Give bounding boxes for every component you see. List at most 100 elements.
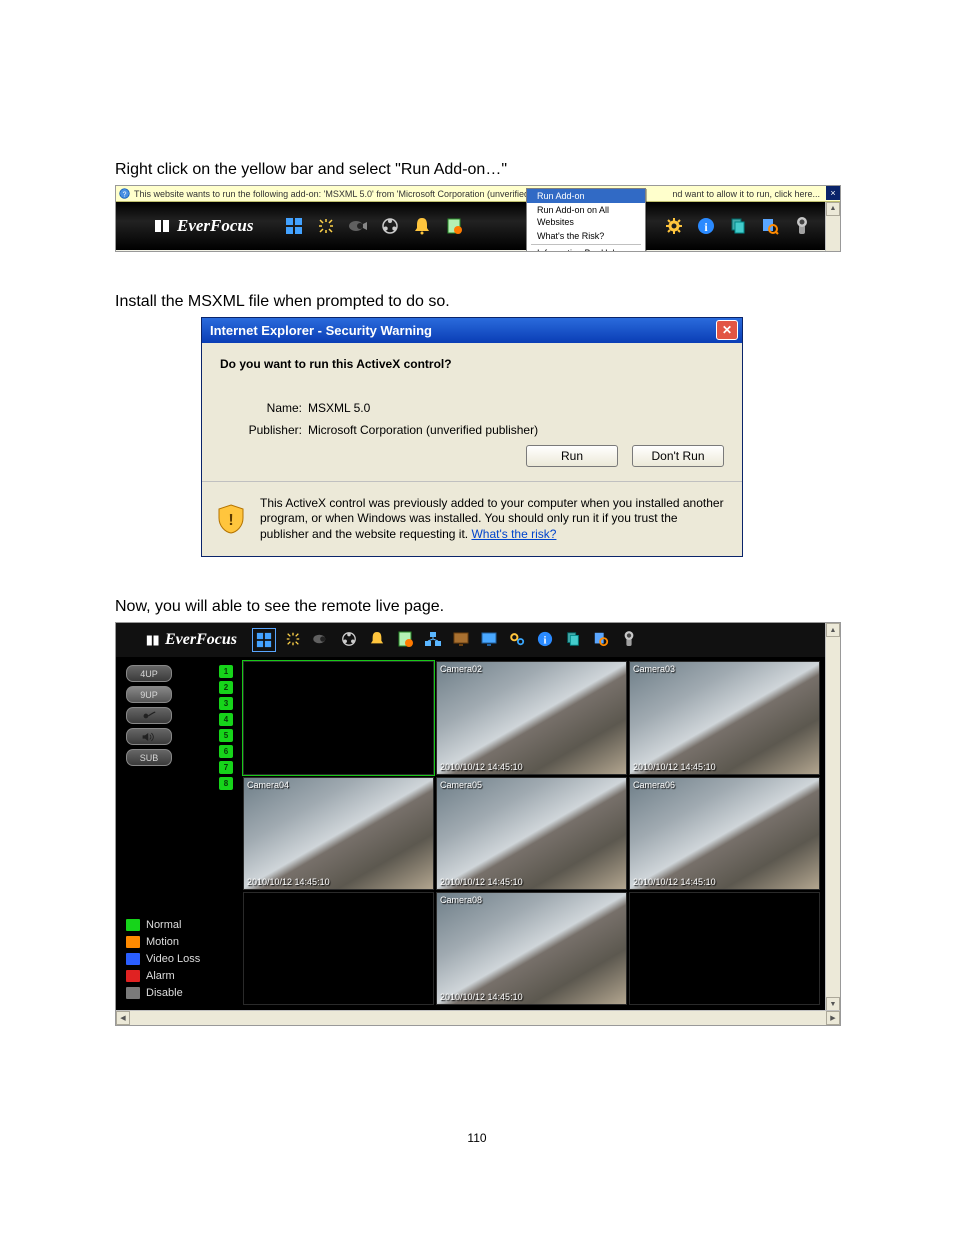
menu-item-whats-risk[interactable]: What's the Risk? bbox=[527, 229, 645, 243]
page-number: 110 bbox=[0, 1131, 954, 1145]
layout-9up-button[interactable]: 9UP bbox=[126, 686, 172, 703]
channel-2-button[interactable]: 2 bbox=[219, 681, 233, 694]
channel-4-button[interactable]: 4 bbox=[219, 713, 233, 726]
layout-4up-button[interactable]: 4UP bbox=[126, 665, 172, 682]
bell-icon[interactable] bbox=[412, 216, 432, 236]
ie-info-bar[interactable]: ? This website wants to run the followin… bbox=[116, 186, 840, 202]
dialog-title: Internet Explorer - Security Warning bbox=[210, 323, 432, 338]
sheet-icon[interactable] bbox=[395, 629, 415, 649]
sparkle-icon[interactable] bbox=[283, 629, 303, 649]
camera-grid: Camera022010/10/12 14:45:10 Camera032010… bbox=[241, 657, 826, 1011]
dialog-title-bar: Internet Explorer - Security Warning ✕ bbox=[202, 318, 742, 343]
channel-6-button[interactable]: 6 bbox=[219, 745, 233, 758]
sparkle-icon[interactable] bbox=[316, 216, 336, 236]
scroll-down-icon[interactable]: ▼ bbox=[826, 997, 840, 1011]
film-icon[interactable] bbox=[339, 629, 359, 649]
legend-videoloss: Video Loss bbox=[126, 953, 233, 965]
info-bar-text-left: This website wants to run the following … bbox=[134, 189, 590, 199]
shield-icon: ! bbox=[216, 496, 246, 543]
svg-text:?: ? bbox=[123, 191, 127, 198]
info-icon[interactable]: i bbox=[696, 216, 716, 236]
gear-icon[interactable] bbox=[664, 216, 684, 236]
legend-normal: Normal bbox=[126, 919, 233, 931]
sidebar: 4UP 9UP SUB 1 2 3 4 5 6 bbox=[116, 657, 241, 1011]
camera-cell-4[interactable]: Camera042010/10/12 14:45:10 bbox=[243, 777, 434, 890]
monitor2-icon[interactable] bbox=[451, 629, 471, 649]
camera-cell-1[interactable] bbox=[243, 661, 434, 774]
scroll-right-icon[interactable]: ▶ bbox=[826, 1011, 840, 1025]
camera-cell-3[interactable]: Camera032010/10/12 14:45:10 bbox=[629, 661, 820, 774]
camera-cell-9[interactable] bbox=[629, 892, 820, 1005]
channel-8-button[interactable]: 8 bbox=[219, 777, 233, 790]
speaker-icon bbox=[141, 732, 157, 742]
scroll-left-icon[interactable]: ◀ bbox=[116, 1011, 130, 1025]
sub-button[interactable]: SUB bbox=[126, 749, 172, 766]
label-publisher: Publisher: bbox=[242, 423, 302, 437]
dialog-footer: This ActiveX control was previously adde… bbox=[260, 496, 724, 543]
scrollbar-horizontal[interactable]: ◀ ▶ bbox=[116, 1010, 840, 1025]
camera-icon[interactable] bbox=[348, 216, 368, 236]
brand-logo-icon bbox=[154, 217, 172, 235]
search-icon[interactable] bbox=[591, 629, 611, 649]
camera-cell-6[interactable]: Camera062010/10/12 14:45:10 bbox=[629, 777, 820, 890]
swatch-alarm bbox=[126, 970, 140, 982]
menu-item-run-addon[interactable]: Run Add-on bbox=[527, 189, 645, 203]
status-legend: Normal Motion Video Loss Alarm Disable bbox=[126, 919, 233, 1003]
dialog-question: Do you want to run this ActiveX control? bbox=[220, 357, 724, 371]
body-text-3: Now, you will able to see the remote liv… bbox=[115, 597, 839, 618]
gears-icon[interactable] bbox=[507, 629, 527, 649]
menu-item-run-addon-all[interactable]: Run Add-on on All Websites bbox=[527, 203, 645, 229]
toolbar-icons-right: i bbox=[654, 216, 840, 236]
monitor-icon[interactable] bbox=[479, 629, 499, 649]
ptz-icon[interactable] bbox=[792, 216, 812, 236]
copy-icon[interactable] bbox=[728, 216, 748, 236]
whats-the-risk-link[interactable]: What's the risk? bbox=[471, 527, 556, 541]
camera-cell-5[interactable]: Camera052010/10/12 14:45:10 bbox=[436, 777, 627, 890]
bell-icon[interactable] bbox=[367, 629, 387, 649]
mic-icon bbox=[142, 711, 156, 721]
channel-1-button[interactable]: 1 bbox=[219, 665, 233, 678]
copy-icon[interactable] bbox=[563, 629, 583, 649]
close-icon[interactable]: ✕ bbox=[716, 320, 738, 340]
camera-cell-2[interactable]: Camera022010/10/12 14:45:10 bbox=[436, 661, 627, 774]
info-icon[interactable]: i bbox=[535, 629, 555, 649]
grid-icon[interactable] bbox=[253, 629, 275, 651]
brand: EverFocus bbox=[116, 216, 274, 236]
grid-icon[interactable] bbox=[284, 216, 304, 236]
legend-disable: Disable bbox=[126, 987, 233, 999]
camera-cell-7[interactable] bbox=[243, 892, 434, 1005]
mic-button[interactable] bbox=[126, 707, 172, 724]
scrollbar-vertical[interactable]: ▲ bbox=[825, 202, 840, 251]
swatch-normal bbox=[126, 919, 140, 931]
swatch-motion bbox=[126, 936, 140, 948]
channel-5-button[interactable]: 5 bbox=[219, 729, 233, 742]
channel-3-button[interactable]: 3 bbox=[219, 697, 233, 710]
brand: EverFocus bbox=[146, 631, 237, 649]
menu-divider bbox=[531, 244, 641, 245]
everfocus-toolbar: EverFocus i bbox=[116, 202, 840, 250]
scroll-up-icon[interactable]: ▲ bbox=[826, 623, 840, 637]
ptz-icon[interactable] bbox=[619, 629, 639, 649]
scroll-up-icon[interactable]: ▲ bbox=[826, 202, 840, 216]
sheet-icon[interactable] bbox=[444, 216, 464, 236]
sound-button[interactable] bbox=[126, 728, 172, 745]
value-publisher: Microsoft Corporation (unverified publis… bbox=[308, 423, 538, 437]
svg-text:!: ! bbox=[228, 512, 233, 529]
close-icon[interactable]: × bbox=[826, 186, 840, 200]
camera-cell-8[interactable]: Camera082010/10/12 14:45:10 bbox=[436, 892, 627, 1005]
channel-7-button[interactable]: 7 bbox=[219, 761, 233, 774]
body-text-1: Right click on the yellow bar and select… bbox=[115, 160, 839, 181]
dont-run-button[interactable]: Don't Run bbox=[632, 445, 724, 467]
context-menu: Run Add-on Run Add-on on All Websites Wh… bbox=[526, 188, 646, 252]
network-icon[interactable] bbox=[423, 629, 443, 649]
search-icon[interactable] bbox=[760, 216, 780, 236]
toolbar-icons-left bbox=[274, 216, 464, 236]
brand-logo-icon bbox=[146, 633, 161, 648]
film-icon[interactable] bbox=[380, 216, 400, 236]
camera-icon[interactable] bbox=[311, 629, 331, 649]
scrollbar-vertical[interactable]: ▲ ▼ bbox=[825, 623, 840, 1011]
run-button[interactable]: Run bbox=[526, 445, 618, 467]
legend-motion: Motion bbox=[126, 936, 233, 948]
ie-security-dialog: Internet Explorer - Security Warning ✕ D… bbox=[201, 317, 743, 558]
menu-item-info-bar-help[interactable]: Information Bar Help bbox=[527, 246, 645, 252]
